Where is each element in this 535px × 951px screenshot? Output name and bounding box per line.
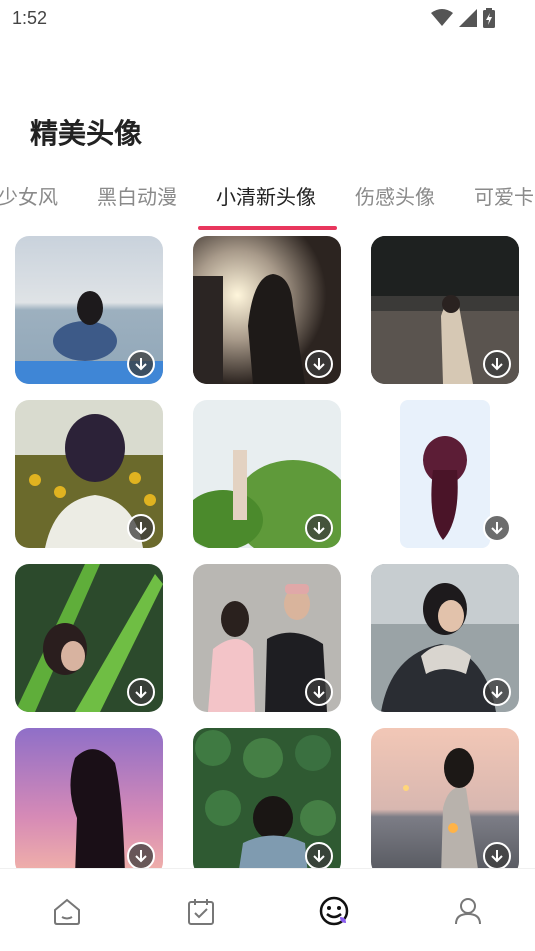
download-icon[interactable] <box>483 678 511 706</box>
battery-icon <box>483 8 495 28</box>
avatar-card[interactable] <box>15 236 163 384</box>
download-icon[interactable] <box>483 350 511 378</box>
signal-icon <box>459 9 477 27</box>
download-icon[interactable] <box>305 842 333 868</box>
bottom-nav <box>0 868 535 951</box>
download-icon[interactable] <box>127 350 155 378</box>
download-icon[interactable] <box>305 350 333 378</box>
nav-home[interactable] <box>47 891 87 931</box>
tab-shanggan[interactable]: 伤感头像 <box>355 181 435 210</box>
avatar-card[interactable] <box>193 564 341 712</box>
home-icon <box>54 898 80 925</box>
download-icon[interactable] <box>305 514 333 542</box>
active-tab-indicator <box>198 226 337 230</box>
status-time: 1:52 <box>12 8 48 28</box>
download-icon[interactable] <box>483 842 511 868</box>
tab-shaonvfeng[interactable]: 少女风 <box>0 181 58 210</box>
page-title: 精美头像 <box>30 117 143 150</box>
avatar-card[interactable] <box>15 564 163 712</box>
nav-avatar[interactable] <box>314 891 354 931</box>
status-bar: 1:52 <box>0 0 535 38</box>
nav-profile[interactable] <box>448 891 488 931</box>
avatar-card[interactable] <box>15 728 163 868</box>
avatar-grid <box>0 236 535 868</box>
download-icon[interactable] <box>305 678 333 706</box>
user-icon <box>455 898 481 925</box>
smiley-icon <box>319 896 349 926</box>
nav-calendar[interactable] <box>181 891 221 931</box>
avatar-card[interactable] <box>371 400 519 548</box>
download-icon[interactable] <box>127 514 155 542</box>
download-icon[interactable] <box>127 842 155 868</box>
download-icon[interactable] <box>483 514 511 542</box>
download-icon[interactable] <box>127 678 155 706</box>
avatar-card[interactable] <box>193 400 341 548</box>
calendar-check-icon <box>188 899 214 925</box>
avatar-card[interactable] <box>371 236 519 384</box>
avatar-card[interactable] <box>371 728 519 868</box>
tab-xiaoqingxin[interactable]: 小清新头像 <box>216 181 316 210</box>
category-tabs: 少女风 黑白动漫 小清新头像 伤感头像 可爱卡 <box>0 175 535 231</box>
tab-keaika[interactable]: 可爱卡 <box>474 181 534 210</box>
avatar-card[interactable] <box>15 400 163 548</box>
status-icons <box>431 8 495 28</box>
avatar-card[interactable] <box>193 236 341 384</box>
avatar-card[interactable] <box>193 728 341 868</box>
wifi-icon <box>431 9 453 26</box>
tab-heibaidongman[interactable]: 黑白动漫 <box>97 181 177 210</box>
avatar-card[interactable] <box>371 564 519 712</box>
